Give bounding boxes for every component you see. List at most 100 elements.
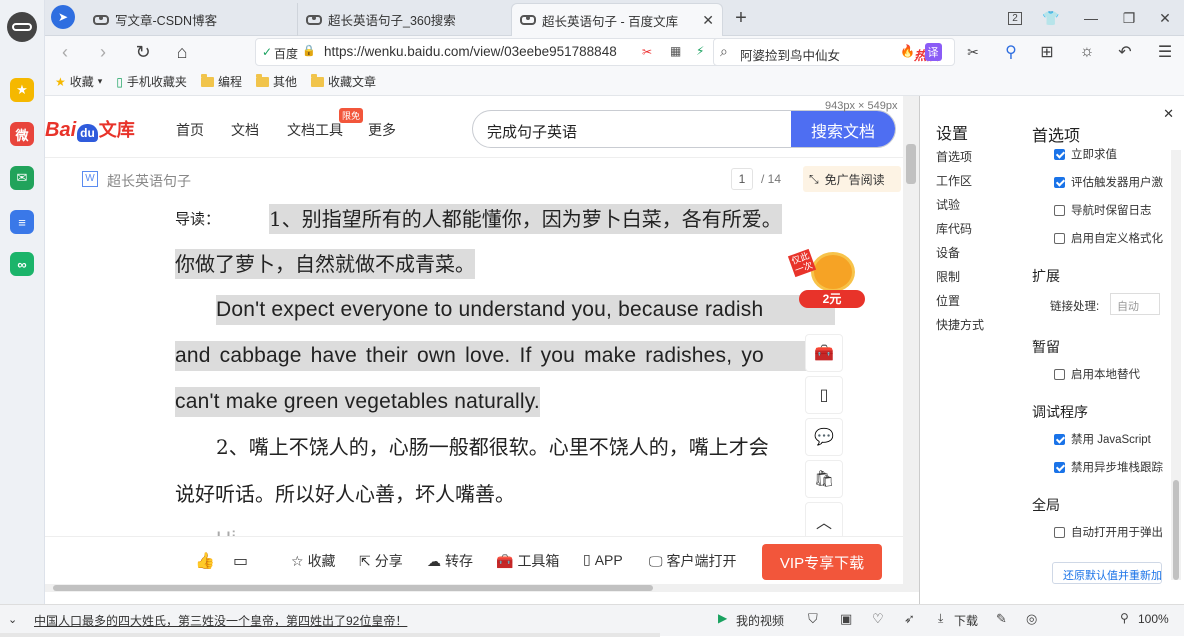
checkbox-preserve-log[interactable]: 导航时保留日志 [1054, 202, 1152, 218]
notes-icon[interactable]: ≡ [10, 210, 34, 234]
menu-icon[interactable]: ☰ [1153, 40, 1177, 64]
wenku-search[interactable]: 完成句子英语 搜索文档 [472, 110, 896, 148]
page-vertical-scrollbar[interactable] [903, 96, 919, 592]
nav-docs[interactable]: 文档 [231, 120, 259, 140]
settings-nav-devices[interactable]: 设备 [936, 244, 960, 261]
promo-badge[interactable]: 仅此一次 2元 [787, 246, 867, 312]
cloud-icon[interactable]: ∞ [10, 252, 34, 276]
zoom-icon: ⚲ [1120, 611, 1129, 625]
search-field[interactable]: ⌕ 阿婆捡到鸟中仙女 🔥 热搜 [713, 38, 955, 66]
nav-home[interactable]: 首页 [176, 120, 204, 140]
client-open-button[interactable]: 🖵 客户端打开 [649, 551, 737, 571]
checkbox-custom-formatters[interactable]: 启用自定义格式化 [1054, 230, 1163, 246]
browser-logo-icon[interactable]: ➤ [51, 5, 75, 29]
url-field[interactable]: ✓ 百度 🔒 https://wenku.baidu.com/view/03ee… [255, 38, 742, 66]
checkbox-eager-eval[interactable]: 立即求值 [1054, 146, 1117, 162]
shield-icon[interactable]: ⛉ [808, 611, 818, 627]
settings-nav-workspace[interactable]: 工作区 [936, 172, 972, 189]
settings-nav-library[interactable]: 库代码 [936, 220, 972, 237]
horizontal-scrollbar[interactable] [45, 584, 903, 592]
heartbeat-icon[interactable]: ♡ [872, 611, 884, 627]
translate-icon[interactable]: 译 [921, 40, 945, 64]
settings-nav-throttling[interactable]: 限制 [936, 268, 960, 285]
chevron-up-icon[interactable]: ︿ [805, 502, 843, 540]
shirt-icon[interactable]: 👕 [1039, 6, 1063, 30]
checkbox-disable-async-stack[interactable]: 禁用异步堆栈跟踪 [1054, 459, 1163, 475]
download-button[interactable]: 下载 [954, 612, 978, 629]
wenku-logo[interactable]: Bai du 文库 [45, 112, 135, 142]
bookmark-articles[interactable]: 收藏文章 [310, 73, 376, 90]
settings-nav-shortcuts[interactable]: 快捷方式 [936, 316, 984, 333]
comment-icon[interactable]: 💬 [805, 418, 843, 456]
restore-defaults-button[interactable]: 还原默认值并重新加 [1052, 562, 1162, 584]
share-button[interactable]: ⇱ 分享 [359, 551, 403, 571]
ad-free-button[interactable]: ⤡ 免广告阅读 [803, 166, 901, 192]
nav-more[interactable]: 更多 [368, 120, 396, 140]
link-handling-select[interactable]: 自动 [1110, 293, 1160, 315]
weibo-icon[interactable]: 微 [10, 122, 34, 146]
comment-icon[interactable]: ▭ [233, 551, 248, 571]
lightning-icon[interactable]: ⚡ [696, 44, 704, 58]
vip-download-button[interactable]: VIP专享下载 [762, 544, 882, 580]
scissors-menu-icon[interactable]: ✂ [961, 40, 985, 64]
settings-nav-experiments[interactable]: 试验 [936, 196, 960, 213]
zoom-level[interactable]: 100% [1138, 612, 1169, 626]
minimize-icon[interactable]: — [1079, 6, 1103, 30]
nav-doc-tools[interactable]: 文档工具 [287, 120, 343, 140]
wenku-search-input[interactable]: 完成句子英语 [487, 121, 577, 142]
tab-baidu-wenku[interactable]: 超长英语句子 - 百度文库 ✕ [511, 3, 723, 36]
new-tab-button[interactable]: + [729, 6, 753, 30]
bookmark-favorites[interactable]: ★ 收藏 ▾ [55, 73, 102, 90]
settings-nav-location[interactable]: 位置 [936, 292, 960, 309]
settings-nav-preferences[interactable]: 首选项 [936, 148, 972, 165]
reload-icon[interactable]: ↻ [131, 40, 155, 64]
brightness-icon[interactable]: ☼ [1075, 40, 1099, 64]
toolbox-button[interactable]: 🧰 工具箱 [496, 551, 559, 571]
mail-icon[interactable]: ✉ [10, 166, 34, 190]
scissors-icon[interactable]: ✂ [642, 45, 652, 59]
back-icon[interactable]: ‹ [53, 40, 77, 64]
close-window-icon[interactable]: ✕ [1153, 6, 1177, 30]
edit-icon[interactable]: ✎ [996, 611, 1007, 627]
news-ticker[interactable]: 中国人口最多的四大姓氏，第三姓没一个皇帝，第四姓出了92位皇帝！ [34, 612, 407, 629]
wenku-search-button[interactable]: 搜索文档 [791, 111, 895, 147]
checkbox-auto-open-popups[interactable]: 自动打开用于弹出 [1054, 524, 1163, 540]
devtools-scrollbar[interactable] [1171, 150, 1181, 580]
page-current[interactable]: 1 [731, 168, 753, 190]
globe-icon[interactable]: ◎ [1026, 611, 1037, 627]
favorites-star-icon[interactable]: ★ [10, 78, 34, 102]
chevron-down-icon[interactable]: ⌄ [8, 613, 17, 626]
my-video[interactable]: 我的视频 [736, 612, 784, 629]
qr-icon[interactable]: ▦ [670, 44, 681, 58]
tab-count-badge[interactable]: 2 [1003, 6, 1027, 30]
tab-close-icon[interactable]: ✕ [702, 12, 714, 29]
forward-icon[interactable]: › [91, 40, 115, 64]
bookmark-other[interactable]: 其他 [255, 73, 297, 90]
magnifier-icon[interactable]: ⚲ [999, 40, 1023, 64]
paw-icon: du [77, 124, 98, 142]
home-icon[interactable]: ⌂ [170, 40, 194, 64]
undo-icon[interactable]: ↶ [1113, 40, 1137, 64]
tab-360-search[interactable]: 超长英语句子_360搜索 [297, 3, 507, 36]
collect-button[interactable]: ☆ 收藏 [291, 551, 336, 571]
mobile-icon[interactable]: ▯ [805, 376, 843, 414]
tab-csdn[interactable]: 写文章-CSDN博客 [85, 3, 295, 36]
save-button[interactable]: ☁ 转存 [427, 551, 473, 571]
rocket-icon[interactable]: ➶ [904, 611, 915, 627]
checkbox-eval-trigger[interactable]: 评估触发器用户激 [1054, 174, 1163, 190]
apps-grid-icon[interactable]: ⊞ [1035, 40, 1059, 64]
mask-icon [306, 14, 322, 25]
devtools-close-icon[interactable]: ✕ [1163, 106, 1174, 122]
image-icon[interactable]: ▣ [840, 611, 852, 627]
bookmark-mobile[interactable]: ▯ 手机收藏夹 [116, 73, 187, 90]
share-icon: ⇱ [359, 552, 371, 569]
restore-icon[interactable]: ❐ [1117, 6, 1141, 30]
like-icon[interactable]: 👍 [195, 551, 215, 571]
briefcase-icon[interactable]: 🧰 [805, 334, 843, 372]
app-button[interactable]: ▯ APP [583, 551, 623, 568]
bookmark-programming[interactable]: 编程 [200, 73, 242, 90]
checkbox-local-overrides[interactable]: 启用本地替代 [1054, 366, 1140, 382]
avatar[interactable] [7, 12, 37, 42]
bag-icon[interactable]: 🛍 [805, 460, 843, 498]
checkbox-disable-js[interactable]: 禁用 JavaScript [1054, 431, 1151, 447]
